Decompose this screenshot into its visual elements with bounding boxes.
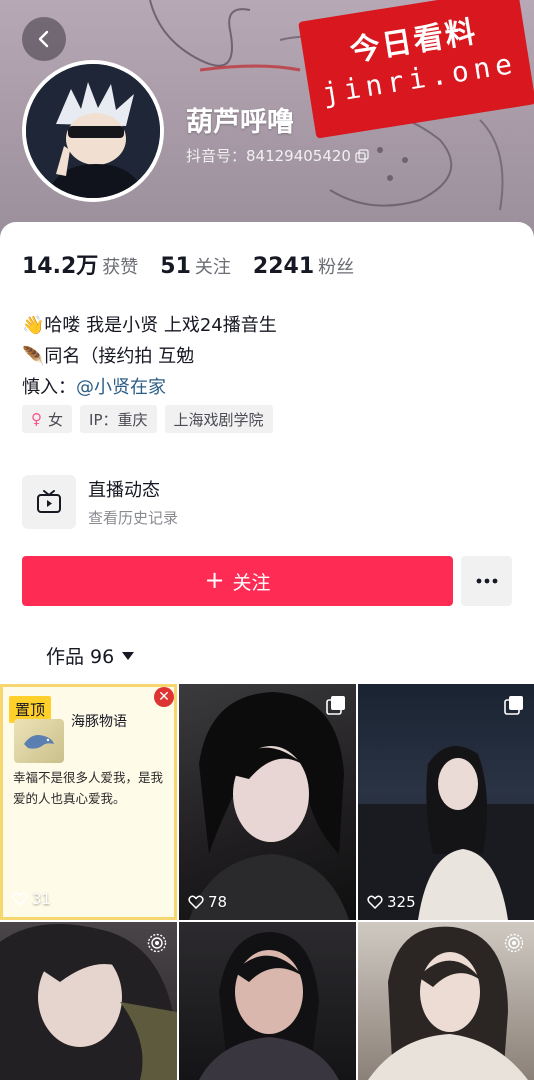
chevron-left-icon [38, 30, 49, 48]
stat-following-label: 关注 [194, 257, 231, 278]
female-icon: ♀ [31, 410, 42, 428]
school-tag[interactable]: 上海戏剧学院 [164, 405, 273, 433]
grid-item[interactable] [358, 922, 534, 1080]
live-title: 直播动态 [88, 480, 160, 501]
more-options-button[interactable] [461, 556, 512, 606]
follow-button[interactable]: + 关注 [22, 556, 453, 606]
item-likes-count: 78 [208, 893, 228, 911]
bio-line-3: 慎入：@小贤在家 [22, 372, 277, 403]
school-tag-label: 上海戏剧学院 [173, 410, 264, 429]
copy-icon[interactable] [355, 148, 369, 163]
nickname: 葫芦呼噜 [186, 107, 294, 138]
stat-likes[interactable]: 14.2万 获赞 [22, 248, 138, 280]
profile-page: 葫芦呼噜 抖音号：84129405420 今日看料 jinri.one 14.2… [0, 0, 534, 1080]
bio-line-3-prefix: 慎入： [22, 377, 76, 398]
stats-row: 14.2万 获赞 51 关注 2241 粉丝 [22, 248, 376, 280]
bio-line-1: 👋哈喽 我是小贤 上戏24播音生 [22, 315, 277, 336]
tab-works-label: 作品 96 [46, 646, 115, 668]
back-button[interactable] [22, 17, 66, 61]
stat-followers[interactable]: 2241 粉丝 [253, 253, 354, 279]
heart-icon [12, 892, 28, 906]
item-likes: 78 [188, 893, 227, 911]
tab-works[interactable]: 作品 96 [46, 642, 135, 669]
grid-item[interactable]: 325 [358, 684, 534, 920]
grid-item[interactable]: 78 [179, 684, 356, 920]
live-icon-box [22, 475, 76, 529]
live-history-entry[interactable]: 直播动态 查看历史记录 [22, 475, 178, 529]
live-photo-icon [504, 933, 524, 957]
stat-likes-value: 14.2万 [22, 254, 99, 279]
more-dots-icon [476, 578, 497, 584]
avatar[interactable] [22, 60, 164, 202]
bio-line-2: 🪶同名（接约拍 互勉 [22, 346, 195, 367]
pinned-title: 海豚物语 [71, 714, 127, 730]
item-likes-count: 325 [387, 893, 416, 911]
avatar-image [26, 64, 160, 198]
stat-following-value: 51 [160, 254, 191, 279]
item-likes: 325 [367, 893, 416, 911]
caret-down-icon [122, 651, 135, 660]
plus-icon: + [204, 566, 225, 594]
heart-icon [367, 895, 383, 909]
live-subtitle: 查看历史记录 [88, 509, 179, 527]
video-thumbnail [358, 746, 534, 920]
works-grid: 置顶 ✕ 海豚物语 幸福不是很多人爱我，是我爱的人也真心爱我。 31 78 32… [0, 684, 534, 1080]
stat-following[interactable]: 51 关注 [160, 253, 231, 279]
stat-followers-value: 2241 [252, 254, 315, 279]
stat-likes-label: 获赞 [102, 257, 139, 278]
gallery-icon [504, 695, 524, 719]
ip-tag: IP：重庆 [80, 405, 157, 433]
pinned-likes-count: 31 [32, 890, 52, 908]
pinned-likes: 31 [12, 890, 51, 908]
profile-tags: ♀ 女 IP：重庆 上海戏剧学院 [22, 405, 273, 433]
video-thumbnail [189, 692, 349, 920]
tv-icon [37, 490, 61, 513]
douyin-id[interactable]: 抖音号：84129405420 [186, 145, 369, 166]
gender-tag: ♀ 女 [22, 405, 73, 433]
dolphin-icon [24, 735, 54, 749]
follow-button-label: 关注 [232, 571, 271, 594]
bio: 👋哈喽 我是小贤 上戏24播音生 🪶同名（接约拍 互勉 慎入：@小贤在家 [22, 310, 277, 403]
gallery-icon [326, 695, 346, 719]
stat-followers-label: 粉丝 [318, 257, 355, 278]
video-thumbnail [199, 932, 339, 1080]
bio-mention-link[interactable]: @小贤在家 [76, 377, 166, 398]
ip-tag-label: IP：重庆 [89, 410, 148, 429]
grid-item[interactable] [179, 922, 356, 1080]
live-text: 直播动态 查看历史记录 [88, 476, 178, 528]
dolphin-thumbnail [14, 719, 64, 763]
live-photo-icon [147, 933, 167, 957]
douyin-id-text: 抖音号：84129405420 [186, 147, 351, 165]
heart-icon [188, 895, 204, 909]
profile-cover: 葫芦呼噜 抖音号：84129405420 今日看料 jinri.one [0, 0, 534, 240]
close-icon: ✕ [154, 687, 174, 707]
pinned-quote: 幸福不是很多人爱我，是我爱的人也真心爱我。 [13, 770, 164, 806]
grid-item[interactable] [0, 922, 177, 1080]
grid-item-pinned[interactable]: 置顶 ✕ 海豚物语 幸福不是很多人爱我，是我爱的人也真心爱我。 31 [0, 684, 177, 920]
gender-tag-label: 女 [48, 410, 64, 429]
